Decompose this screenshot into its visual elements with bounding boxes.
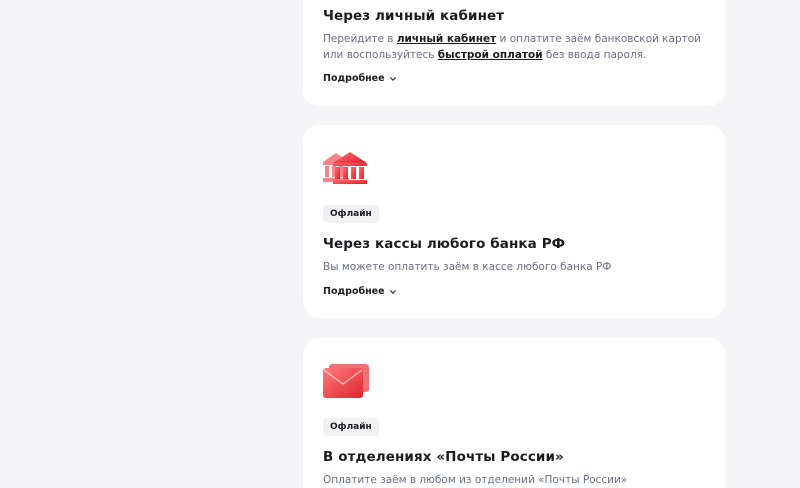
card-description: Перейдите в личный кабинет и оплатите за… [323, 31, 705, 63]
more-button-label: Подробнее [323, 73, 385, 84]
card-description-text: без ввода пароля. [542, 49, 647, 61]
chevron-down-icon [389, 76, 396, 81]
card-description: Оплатите заём в любом из отделений «Почт… [323, 474, 628, 486]
card-title: Через личный кабинет [323, 8, 505, 24]
quick-payment-link[interactable]: быстрой оплатой [438, 49, 543, 61]
offline-badge: Офлайн [323, 205, 379, 223]
envelope-icon [323, 362, 369, 398]
page: Через личный кабинет Перейдите в личный … [0, 0, 800, 488]
payment-method-card-bank: Офлайн Через кассы любого банка РФ Вы мо… [303, 125, 725, 318]
payment-method-card-post: Офлайн В отделениях «Почты России» Оплат… [303, 338, 725, 488]
card-title: Через кассы любого банка РФ [323, 236, 566, 252]
more-button[interactable]: Подробнее [323, 73, 397, 84]
more-button-label: Подробнее [323, 286, 385, 297]
bank-icon [323, 150, 369, 186]
card-description: Вы можете оплатить заём в кассе любого б… [323, 261, 612, 273]
payment-method-card-account: Через личный кабинет Перейдите в личный … [303, 0, 725, 106]
offline-badge: Офлайн [323, 418, 379, 436]
card-title: В отделениях «Почты России» [323, 449, 564, 465]
more-button[interactable]: Подробнее [323, 286, 397, 297]
chevron-down-icon [389, 289, 396, 294]
card-description-text: Перейдите в [323, 33, 397, 45]
personal-account-link[interactable]: личный кабинет [397, 33, 496, 45]
